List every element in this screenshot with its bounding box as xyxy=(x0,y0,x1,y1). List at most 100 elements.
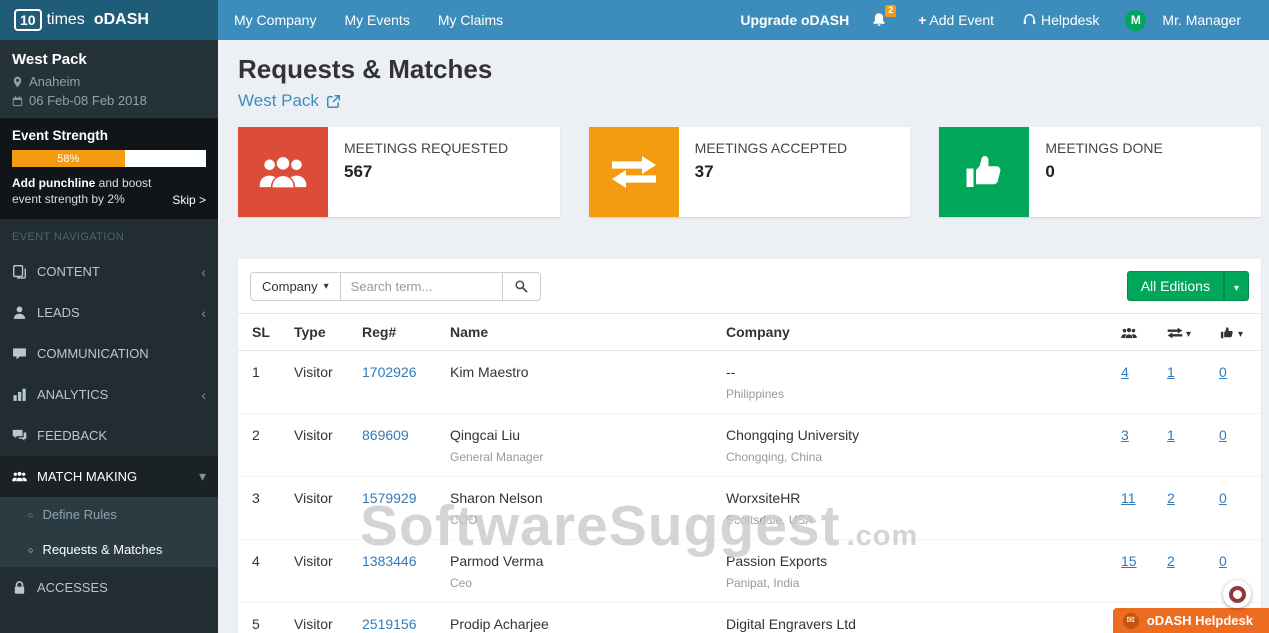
event-link-row: West Pack xyxy=(238,91,1261,111)
col-meetings-requested[interactable] xyxy=(1111,314,1157,351)
cell-type: Visitor xyxy=(284,477,352,540)
filter-dropdown[interactable]: Company ▾ xyxy=(250,272,341,301)
notifications-button[interactable]: 2 xyxy=(871,12,888,28)
requested-count-link[interactable]: 11 xyxy=(1121,490,1136,506)
stat-label: MEETINGS REQUESTED xyxy=(344,140,508,156)
sidebar-item-accesses[interactable]: ACCESSES xyxy=(0,567,218,608)
top-navbar: 10 times oDASH My CompanyMy EventsMy Cla… xyxy=(0,0,1269,40)
stat-value: 0 xyxy=(1045,162,1162,182)
navbar-menu: My CompanyMy EventsMy Claims xyxy=(220,0,517,40)
sidebar-subitem-define-rules[interactable]: ○Define Rules xyxy=(0,497,218,532)
sidebar-nav: CONTENT‹LEADS‹COMMUNICATIONANALYTICS‹FEE… xyxy=(0,251,218,608)
record-circle-icon xyxy=(1229,586,1246,603)
accepted-count-link[interactable]: 2 xyxy=(1167,490,1175,506)
event-dates: 06 Feb-08 Feb 2018 xyxy=(29,93,147,108)
nav-item-my-company[interactable]: My Company xyxy=(220,0,330,40)
lock-icon xyxy=(12,580,27,595)
stat-label: MEETINGS ACCEPTED xyxy=(695,140,847,156)
caret-down-icon: ▾ xyxy=(1186,329,1191,340)
col-type: Type xyxy=(284,314,352,351)
sidebar-item-content[interactable]: CONTENT‹ xyxy=(0,251,218,292)
cell-sl: 3 xyxy=(238,477,284,540)
table-panel: Company ▾ All Editions ▾ SL xyxy=(238,259,1261,633)
col-name: Name xyxy=(440,314,716,351)
all-editions-dropdown[interactable]: ▾ xyxy=(1224,271,1249,301)
search-input[interactable] xyxy=(341,272,503,301)
requested-count-link[interactable]: 3 xyxy=(1121,427,1129,443)
event-navigation-label: EVENT NAVIGATION xyxy=(0,219,218,251)
sidebar-subitem-requests-matches[interactable]: ○Requests & Matches xyxy=(0,532,218,567)
all-editions-button[interactable]: All Editions xyxy=(1127,271,1224,301)
brand-10-box: 10 xyxy=(14,9,42,31)
strength-progress-fill: 58% xyxy=(12,150,125,167)
requested-count-link[interactable]: 4 xyxy=(1121,364,1129,380)
caret-down-icon: ▾ xyxy=(1234,283,1239,294)
cell-company: WorxsiteHR xyxy=(726,490,1101,506)
helpdesk-link[interactable]: Helpdesk xyxy=(1008,0,1113,40)
col-company: Company xyxy=(716,314,1111,351)
strength-percent: 58% xyxy=(57,153,79,165)
done-count-link[interactable]: 0 xyxy=(1219,490,1227,506)
cell-sl: 1 xyxy=(238,351,284,414)
accepted-count-link[interactable]: 1 xyxy=(1167,427,1175,443)
main-content: Requests & Matches West Pack MEETINGS RE… xyxy=(218,0,1269,633)
sidebar-item-leads[interactable]: LEADS‹ xyxy=(0,292,218,333)
meetings-done-icon xyxy=(939,127,1029,217)
cell-type: Visitor xyxy=(284,603,352,633)
cell-company: Chongqing University xyxy=(726,427,1101,443)
headset-icon xyxy=(1022,12,1037,27)
cell-location: Philippines xyxy=(726,387,1101,401)
reg-link[interactable]: 1702926 xyxy=(362,364,417,380)
col-meetings-accepted[interactable]: ▾ xyxy=(1157,314,1209,351)
reg-link[interactable]: 1383446 xyxy=(362,553,417,569)
chevron-icon: ‹ xyxy=(201,305,206,321)
user-menu[interactable]: Mr. Manager xyxy=(1148,0,1255,40)
table-body: 1Visitor1702926Kim Maestro--Philippines4… xyxy=(238,351,1261,633)
col-meetings-done[interactable]: ▾ xyxy=(1209,314,1261,351)
reg-link[interactable]: 1579929 xyxy=(362,490,417,506)
sidebar-item-communication[interactable]: COMMUNICATION xyxy=(0,333,218,374)
table-row: 5Visitor2519156Prodip AcharjeeGeneral Ma… xyxy=(238,603,1261,633)
table-row: 1Visitor1702926Kim Maestro--Philippines4… xyxy=(238,351,1261,414)
accepted-count-link[interactable]: 1 xyxy=(1167,364,1175,380)
sidebar-item-match-making[interactable]: MATCH MAKING▾ xyxy=(0,456,218,497)
calendar-icon xyxy=(12,95,23,107)
cell-location: Panipat, India xyxy=(726,576,1101,590)
brand-times: times xyxy=(47,11,85,29)
avatar[interactable]: M xyxy=(1125,10,1146,31)
sidebar-item-analytics[interactable]: ANALYTICS‹ xyxy=(0,374,218,415)
event-link[interactable]: West Pack xyxy=(238,91,319,111)
stat-cards: MEETINGS REQUESTED 567 MEETINGS ACCEPTED… xyxy=(238,127,1261,217)
add-event-button[interactable]: +Add Event xyxy=(904,0,1008,40)
requested-count-link[interactable]: 15 xyxy=(1121,553,1137,569)
brand-logo[interactable]: 10 times oDASH xyxy=(0,0,218,40)
skip-link[interactable]: Skip > xyxy=(172,193,206,207)
envelope-icon: ✉ xyxy=(1123,613,1139,629)
comment-icon xyxy=(12,346,27,361)
done-count-link[interactable]: 0 xyxy=(1219,553,1227,569)
nav-item-my-events[interactable]: My Events xyxy=(330,0,423,40)
requests-table: SL Type Reg# Name Company ▾ ▾ 1Visitor17… xyxy=(238,313,1261,633)
reg-link[interactable]: 2519156 xyxy=(362,616,417,632)
event-location: Anaheim xyxy=(29,74,80,89)
nav-item-my-claims[interactable]: My Claims xyxy=(424,0,517,40)
accepted-count-link[interactable]: 2 xyxy=(1167,553,1175,569)
reg-link[interactable]: 869609 xyxy=(362,427,409,443)
cell-sl: 2 xyxy=(238,414,284,477)
table-row: 3Visitor1579929Sharon NelsonCOOWorxsiteH… xyxy=(238,477,1261,540)
upgrade-odash-link[interactable]: Upgrade oDASH xyxy=(726,0,863,40)
external-link-icon[interactable] xyxy=(326,94,341,109)
done-count-link[interactable]: 0 xyxy=(1219,364,1227,380)
done-count-link[interactable]: 0 xyxy=(1219,427,1227,443)
stat-card-meetings-requested: MEETINGS REQUESTED 567 xyxy=(238,127,560,217)
helpdesk-widget-icon[interactable] xyxy=(1223,580,1251,608)
cell-type: Visitor xyxy=(284,414,352,477)
search-button[interactable] xyxy=(503,272,541,301)
odash-helpdesk-button[interactable]: ✉ oDASH Helpdesk xyxy=(1113,608,1269,633)
stat-value: 37 xyxy=(695,162,847,182)
sidebar-item-feedback[interactable]: FEEDBACK xyxy=(0,415,218,456)
col-reg: Reg# xyxy=(352,314,440,351)
sidebar: West Pack Anaheim 06 Feb-08 Feb 2018 Eve… xyxy=(0,40,218,633)
cell-name: Prodip Acharjee xyxy=(450,616,706,632)
sidebar-submenu: ○Define Rules○Requests & Matches xyxy=(0,497,218,567)
